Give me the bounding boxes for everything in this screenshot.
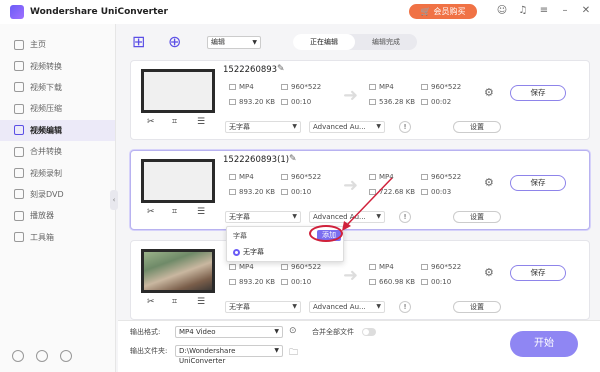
- start-button[interactable]: 开始: [510, 331, 578, 357]
- output-format-label: 输出格式:: [130, 328, 161, 336]
- output-folder-value: D:\Wondershare UniConverter: [179, 347, 236, 365]
- annotation-arrow: [342, 177, 393, 231]
- merge-all-label: 合并全部文件: [312, 328, 354, 336]
- output-format-select[interactable]: MP4 Video ▼: [175, 326, 283, 338]
- output-folder-label: 输出文件夹:: [130, 347, 168, 355]
- output-folder-select[interactable]: D:\Wondershare UniConverter ▼: [175, 345, 283, 365]
- format-settings-icon[interactable]: ⊙: [289, 326, 297, 336]
- merge-all-toggle[interactable]: [362, 328, 376, 336]
- bottom-bar: 输出格式: MP4 Video ▼ ⊙ 合并全部文件 输出文件夹: D:\Wond…: [118, 320, 600, 372]
- output-format-value: MP4 Video: [179, 328, 216, 336]
- chevron-down-icon: ▼: [274, 347, 279, 354]
- folder-icon[interactable]: 🗀: [289, 345, 298, 361]
- chevron-down-icon: ▼: [274, 328, 279, 335]
- annotation-circle: [309, 225, 343, 242]
